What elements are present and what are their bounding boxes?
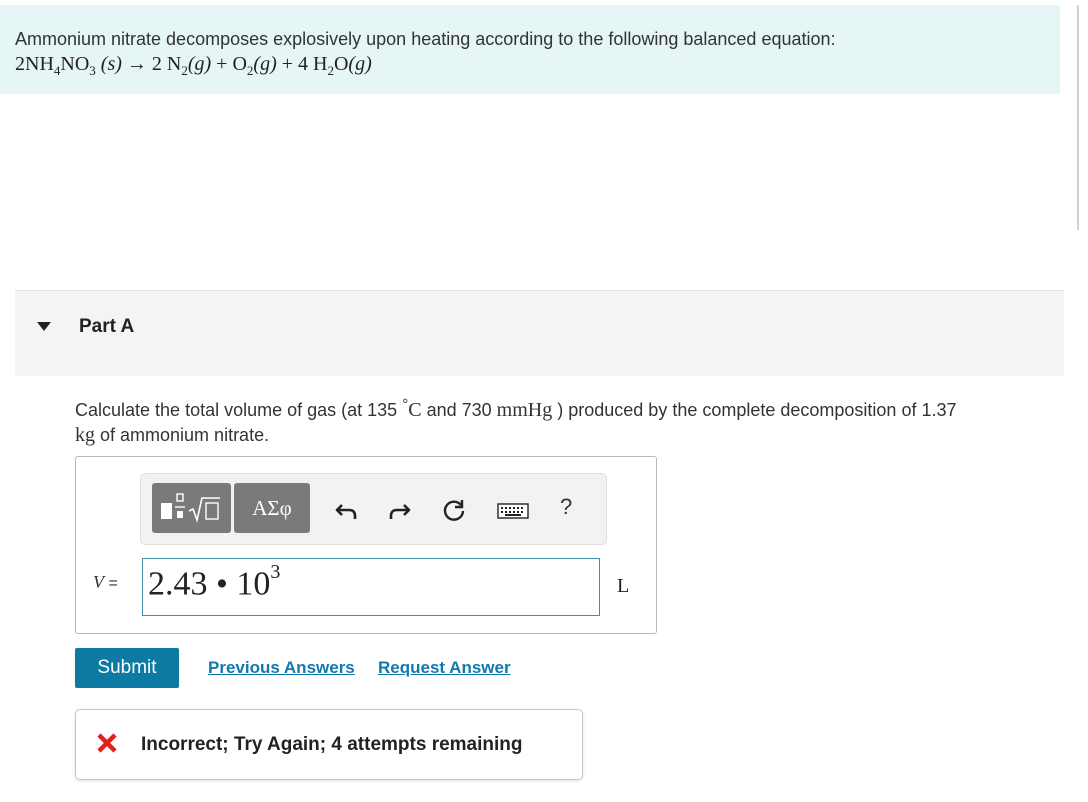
answer-mantissa: 2.43 xyxy=(148,565,208,603)
eq-product-3-a: H xyxy=(313,53,328,75)
question-text: Calculate the total volume of gas (at 13… xyxy=(75,392,1065,448)
eq-coef-2: 2 xyxy=(151,53,162,75)
redo-icon[interactable] xyxy=(386,497,412,523)
pressure-unit: mmHg xyxy=(496,399,553,421)
eq-reactant-a: NH xyxy=(25,53,54,75)
answer-base: 10 xyxy=(236,565,271,603)
eq-reactant-b: NO xyxy=(60,53,90,75)
fraction-sqrt-template-icon[interactable] xyxy=(152,483,231,533)
mass-unit: kg xyxy=(75,424,95,446)
eq-coef-3: 4 xyxy=(298,53,309,75)
answer-input[interactable]: 2.43 • 103 xyxy=(142,558,600,616)
variable-name: V xyxy=(93,572,104,592)
feedback-text: Incorrect; Try Again; 4 attempts remaini… xyxy=(141,734,523,755)
part-label: Part A xyxy=(79,316,135,337)
eq-plus-1: + xyxy=(216,53,228,75)
reset-icon[interactable] xyxy=(441,497,467,523)
x-icon xyxy=(97,733,117,753)
submit-button[interactable]: Submit xyxy=(75,648,179,688)
scroll-divider xyxy=(1077,5,1079,230)
answer-exponent: 3 xyxy=(270,561,281,583)
intro-text: Ammonium nitrate decomposes explosively … xyxy=(15,29,836,49)
previous-answers-link[interactable]: Previous Answers xyxy=(208,658,355,678)
eq-product-3-state: (g) xyxy=(348,53,372,75)
part-a-header[interactable]: Part A xyxy=(15,290,1064,376)
temp-unit: C xyxy=(408,399,422,421)
balanced-equation: 2NH4NO3 (s) → 2 N2(g) + O2(g) + 4 H2O(g) xyxy=(15,53,372,79)
request-answer-link[interactable]: Request Answer xyxy=(378,658,511,678)
caret-down-icon[interactable] xyxy=(37,322,51,331)
intro-box: Ammonium nitrate decomposes explosively … xyxy=(0,5,1060,94)
question-text-1: Calculate the total volume of gas (at 13… xyxy=(75,400,398,420)
answer-times: • xyxy=(216,565,228,603)
eq-arrow: → xyxy=(126,53,147,75)
undo-icon[interactable] xyxy=(334,497,360,523)
eq-product-2: O xyxy=(232,53,247,75)
greek-symbols-button[interactable]: ΑΣφ xyxy=(234,483,310,533)
eq-product-3-b: O xyxy=(333,53,349,75)
eq-reactant-state: (s) xyxy=(100,53,122,75)
eq-plus-2: + xyxy=(281,53,294,75)
eq-coef-1: 2 xyxy=(15,53,25,75)
question-text-3: ) produced by the complete decomposition… xyxy=(557,400,957,420)
math-toolbar: ΑΣφ ? xyxy=(140,473,607,545)
eq-reactant-b-sub: 3 xyxy=(89,63,96,78)
equals-sign: = xyxy=(108,575,118,592)
keyboard-icon[interactable] xyxy=(497,497,529,523)
question-text-2: and 730 xyxy=(426,400,492,420)
help-button[interactable]: ? xyxy=(560,494,572,520)
answer-unit: L xyxy=(617,575,630,597)
answer-box: ΑΣφ ? V = 2.43 • 103 L xyxy=(75,456,657,634)
eq-product-1: N xyxy=(166,53,182,75)
question-text-4: of ammonium nitrate. xyxy=(100,425,270,445)
variable-label: V = xyxy=(93,572,118,593)
eq-product-1-state: (g) xyxy=(187,53,212,75)
eq-product-2-state: (g) xyxy=(253,53,277,75)
feedback-box: Incorrect; Try Again; 4 attempts remaini… xyxy=(75,709,583,780)
answer-value: 2.43 • 103 xyxy=(148,561,280,603)
